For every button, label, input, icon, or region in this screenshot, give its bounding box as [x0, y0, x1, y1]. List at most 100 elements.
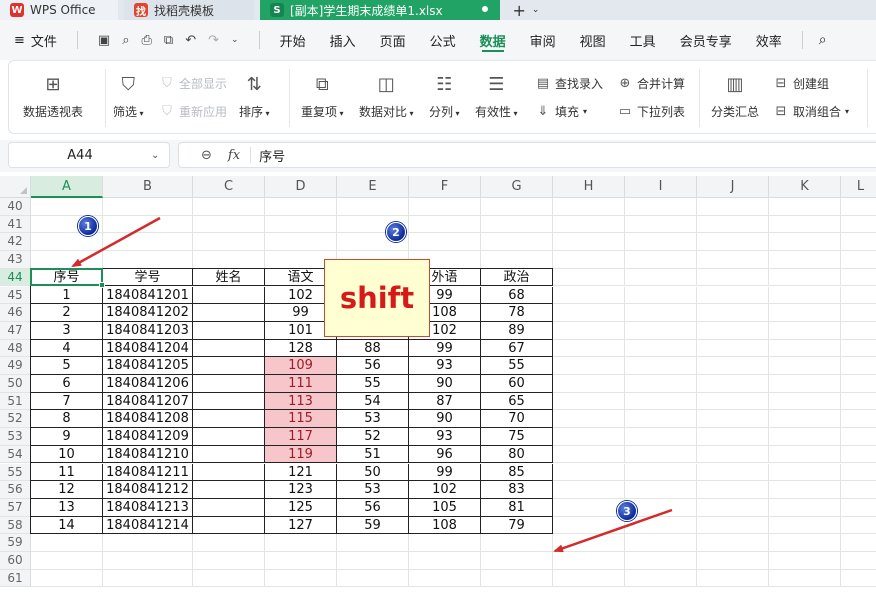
grid-cell[interactable] — [769, 481, 841, 499]
row-header-45[interactable]: 45 — [0, 286, 31, 305]
grid-cell[interactable] — [841, 340, 876, 358]
table-cell[interactable]: 53 — [337, 481, 409, 499]
grid-cell[interactable] — [697, 286, 769, 305]
grid-cell[interactable] — [625, 286, 697, 305]
grid-cell[interactable] — [697, 357, 769, 375]
column-header-K[interactable]: K — [769, 176, 841, 198]
table-cell[interactable] — [193, 498, 265, 517]
save-icon[interactable]: ▣ — [98, 33, 110, 48]
grid-cell[interactable] — [553, 233, 625, 252]
grid-cell[interactable] — [697, 428, 769, 446]
column-header-D[interactable]: D — [265, 176, 337, 198]
grid-cell[interactable] — [553, 516, 625, 535]
row-header-41[interactable]: 41 — [0, 215, 31, 234]
tab-file[interactable]: S [副本]学生期末成绩单1.xlsx — [260, 0, 500, 20]
column-header-G[interactable]: G — [481, 176, 553, 198]
grid-cell[interactable] — [553, 375, 625, 393]
table-cell[interactable]: 1840841207 — [103, 392, 193, 411]
grid-cell[interactable] — [625, 375, 697, 393]
table-cell[interactable]: 1840841213 — [103, 498, 193, 517]
grid-cell[interactable] — [481, 198, 553, 216]
grid-cell[interactable] — [103, 198, 193, 216]
table-cell[interactable]: 1 — [31, 286, 103, 305]
row-header-50[interactable]: 50 — [0, 375, 31, 393]
grid-cell[interactable] — [625, 410, 697, 429]
lookup-entry-button[interactable]: ▤ 查找录入 — [535, 75, 603, 92]
grid-cell[interactable] — [193, 569, 265, 588]
grid-cell[interactable] — [769, 286, 841, 305]
grid-cell[interactable] — [841, 464, 876, 482]
grid-cell[interactable] — [697, 445, 769, 464]
grid-cell[interactable] — [31, 251, 103, 269]
grid-cell[interactable] — [841, 570, 876, 588]
grid-cell[interactable] — [769, 534, 841, 552]
table-cell[interactable]: 75 — [481, 428, 553, 446]
table-cell[interactable]: 1840841203 — [103, 321, 193, 340]
table-cell[interactable]: 99 — [409, 339, 481, 358]
grid-cell[interactable] — [337, 534, 409, 552]
grid-cell[interactable] — [625, 233, 697, 252]
row-header-53[interactable]: 53 — [0, 428, 31, 446]
row-header-44[interactable]: 44 — [0, 268, 31, 287]
select-all-corner[interactable] — [0, 176, 31, 198]
grid-cell[interactable] — [337, 569, 409, 588]
grid-cell[interactable] — [769, 410, 841, 429]
grid-cell[interactable] — [841, 534, 876, 552]
grid-cell[interactable] — [193, 198, 265, 216]
grid-cell[interactable] — [769, 552, 841, 570]
grid-cell[interactable] — [841, 393, 876, 411]
row-header-58[interactable]: 58 — [0, 516, 31, 535]
output-icon[interactable]: ⌕ — [122, 33, 129, 48]
grid-cell[interactable] — [769, 569, 841, 588]
table-cell[interactable]: 51 — [337, 445, 409, 464]
grid-cell[interactable] — [553, 552, 625, 570]
fill-button[interactable]: ⇓ 填充 ▾ — [535, 103, 587, 120]
table-cell[interactable]: 1840841204 — [103, 339, 193, 358]
row-header-47[interactable]: 47 — [0, 321, 31, 340]
grid-cell[interactable] — [769, 428, 841, 446]
grid-cell[interactable] — [841, 410, 876, 429]
grid-cell[interactable] — [625, 215, 697, 234]
tab-close-icon[interactable] — [482, 6, 488, 12]
table-cell[interactable]: 121 — [265, 463, 337, 482]
column-header-E[interactable]: E — [337, 176, 409, 198]
grid-cell[interactable] — [31, 233, 103, 252]
table-cell[interactable]: 59 — [337, 516, 409, 535]
grid-cell[interactable] — [697, 463, 769, 482]
table-cell[interactable]: 8 — [31, 410, 103, 429]
grid-cell[interactable] — [769, 339, 841, 358]
grid-cell[interactable] — [625, 552, 697, 570]
grid-cell[interactable] — [103, 552, 193, 570]
grid-cell[interactable] — [31, 198, 103, 216]
table-cell[interactable]: 6 — [31, 375, 103, 393]
grid-cell[interactable] — [625, 198, 697, 216]
row-header-48[interactable]: 48 — [0, 339, 31, 358]
grid-cell[interactable] — [841, 198, 876, 216]
reapply-button[interactable]: ⛉ 重新应用 — [159, 103, 227, 120]
grid-cell[interactable] — [625, 339, 697, 358]
grid-cell[interactable] — [31, 569, 103, 588]
menu-tab-9[interactable]: 效率 — [744, 20, 794, 60]
menu-tab-1[interactable]: 插入 — [318, 20, 368, 60]
zoom-icon[interactable]: ⊖ — [201, 148, 212, 163]
grid-cell[interactable] — [625, 268, 697, 287]
row-header-42[interactable]: 42 — [0, 233, 31, 252]
grid-cell[interactable] — [697, 215, 769, 234]
grid-cell[interactable] — [841, 251, 876, 269]
grid-cell[interactable] — [841, 269, 876, 287]
grid-cell[interactable] — [697, 339, 769, 358]
row-header-56[interactable]: 56 — [0, 481, 31, 499]
grid-cell[interactable] — [409, 215, 481, 234]
table-cell[interactable]: 87 — [409, 392, 481, 411]
grid-cell[interactable] — [625, 392, 697, 411]
grid-cell[interactable] — [769, 304, 841, 322]
data-compare-button[interactable]: ◫ 数据对比 ▾ — [359, 71, 414, 120]
spreadsheet-grid[interactable]: ABCDEFGHIJKL4041424344序号学号姓名语文数学外语政治4511… — [0, 176, 876, 611]
table-cell[interactable]: 1840841211 — [103, 463, 193, 482]
table-cell[interactable]: 56 — [337, 498, 409, 517]
grid-cell[interactable] — [841, 481, 876, 499]
grid-cell[interactable] — [193, 251, 265, 269]
grid-cell[interactable] — [769, 233, 841, 252]
table-cell[interactable]: 53 — [337, 410, 409, 429]
table-cell[interactable]: 105 — [409, 498, 481, 517]
